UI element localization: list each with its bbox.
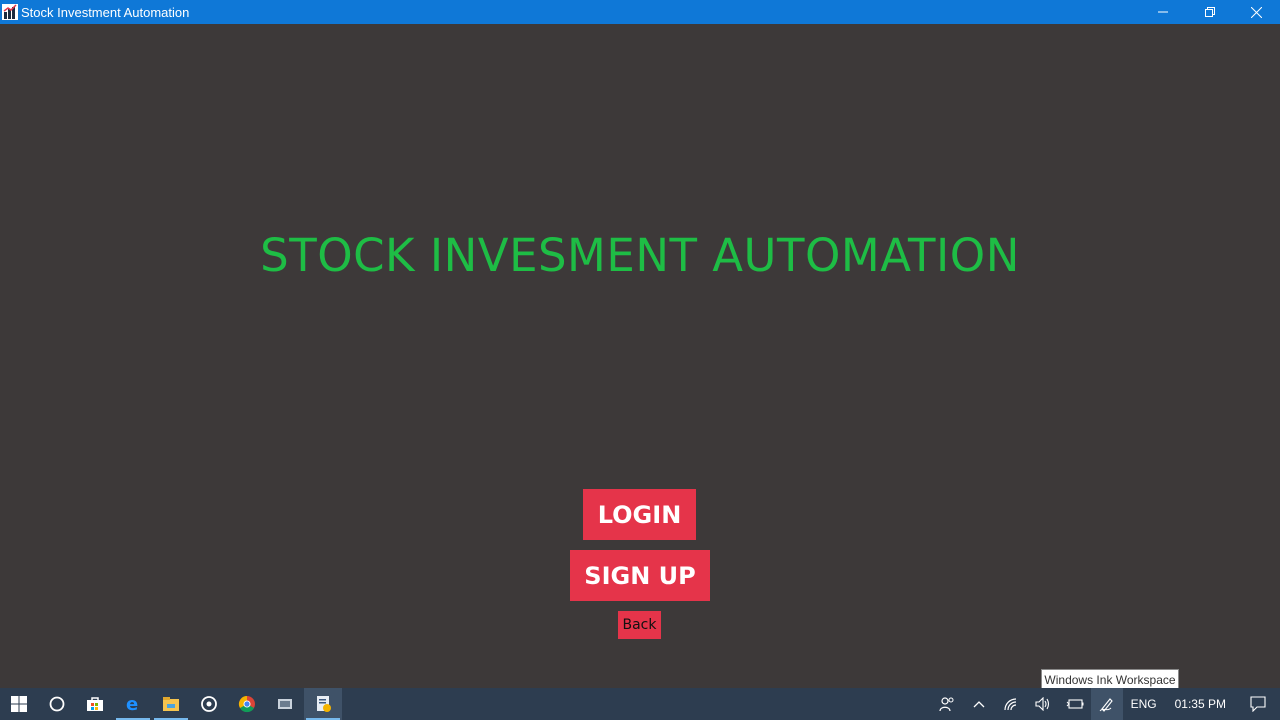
file-explorer-icon: [163, 697, 179, 711]
battery-icon: [1066, 699, 1084, 709]
battery-button[interactable]: [1059, 688, 1091, 720]
minimize-button[interactable]: [1139, 0, 1186, 24]
volume-button[interactable]: [1027, 688, 1059, 720]
window-controls: [1139, 0, 1280, 24]
svg-text:e: e: [126, 695, 138, 713]
clock[interactable]: 01:35 PM: [1165, 697, 1236, 711]
chevron-up-icon: [973, 701, 985, 708]
taskbar-store[interactable]: [76, 688, 114, 720]
people-button[interactable]: [931, 688, 963, 720]
notification-icon: [1250, 696, 1266, 712]
taskbar-file-explorer[interactable]: [152, 688, 190, 720]
close-icon: [1251, 6, 1262, 18]
restore-button[interactable]: [1186, 0, 1233, 24]
groove-icon: [201, 696, 217, 712]
active-app-icon: [317, 696, 331, 712]
taskbar-edge[interactable]: e: [114, 688, 152, 720]
chrome-icon: [238, 695, 255, 713]
restore-icon: [1204, 7, 1215, 17]
close-button[interactable]: [1233, 0, 1280, 24]
signup-button[interactable]: SIGN UP: [570, 550, 710, 601]
title-bar[interactable]: Stock Investment Automation: [0, 0, 1280, 24]
system-tray: ENG 01:35 PM: [931, 688, 1280, 720]
app-logo-icon: [2, 4, 18, 20]
taskbar-chrome[interactable]: [228, 688, 266, 720]
wifi-button[interactable]: [995, 688, 1027, 720]
language-indicator[interactable]: ENG: [1123, 697, 1165, 711]
login-button[interactable]: LOGIN: [583, 489, 696, 540]
back-button[interactable]: Back: [618, 611, 661, 639]
store-icon: [87, 697, 103, 711]
wifi-icon: [1004, 698, 1016, 711]
action-center-button[interactable]: [1236, 688, 1280, 720]
taskbar-active-app[interactable]: [304, 688, 342, 720]
minimize-icon: [1157, 11, 1168, 13]
start-button[interactable]: [0, 688, 38, 720]
cortana-button[interactable]: [38, 688, 76, 720]
volume-icon: [1035, 697, 1049, 711]
edge-icon: e: [126, 695, 138, 713]
windows-logo-icon: [11, 696, 27, 712]
tooltip: Windows Ink Workspace: [1041, 669, 1179, 690]
taskbar-app[interactable]: [266, 688, 304, 720]
people-icon: [939, 697, 954, 712]
taskbar: e ENG 01:35 PM: [0, 688, 1280, 720]
pen-icon: [1099, 698, 1113, 712]
window-title: Stock Investment Automation: [21, 4, 190, 20]
page-title: STOCK INVESMENT AUTOMATION: [260, 229, 1020, 282]
app-icon: [278, 699, 292, 709]
main-window: STOCK INVESMENT AUTOMATION LOGIN SIGN UP…: [0, 24, 1280, 688]
windows-ink-button[interactable]: [1090, 688, 1123, 720]
taskbar-groove[interactable]: [190, 688, 228, 720]
show-hidden-icons-button[interactable]: [963, 688, 995, 720]
cortana-icon: [49, 696, 65, 712]
